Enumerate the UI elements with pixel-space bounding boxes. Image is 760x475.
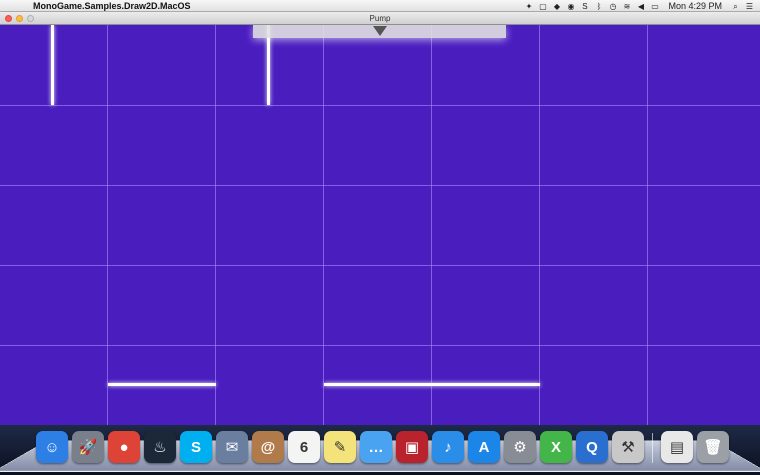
bluetooth-icon[interactable]: ᛒ [594,2,603,11]
volume-icon[interactable]: ◀ [636,2,645,11]
spotlight-icon[interactable]: ⌕ [731,2,740,11]
xcode-icon[interactable]: ⚒ [612,431,644,463]
app-name-menu[interactable]: MonoGame.Samples.Draw2D.MacOS [33,0,191,12]
photo-booth-icon[interactable]: ▣ [396,431,428,463]
grid-line-horizontal [0,265,760,266]
launchpad-icon[interactable]: 🚀 [72,431,104,463]
grid-line-vertical [323,25,324,425]
wifi-icon[interactable]: ≋ [622,2,631,11]
trash-icon[interactable]: 🗑 [697,431,729,463]
horizontal-bar [324,383,540,386]
menu-bar: MonoGame.Samples.Draw2D.MacOS ✦ ▢ ◆ ◉ S … [0,0,760,12]
xamarin-icon[interactable]: X [540,431,572,463]
grid-line-horizontal [0,345,760,346]
evernote-icon[interactable]: ◆ [552,2,561,11]
grid-line-vertical [431,25,432,425]
grid-line-vertical [647,25,648,425]
system-preferences-icon[interactable]: ⚙ [504,431,536,463]
dock: ☺ 🚀 ● ♨ S ✉ @6 ✎… ▣ ♪ A ⚙ X Q ⚒ ▤ 🗑 [36,431,729,467]
skype-icon[interactable]: S [580,2,589,11]
game-canvas[interactable] [0,25,760,425]
dropbox-icon[interactable]: ✦ [524,2,533,11]
calendar-icon[interactable]: 6 [288,431,320,463]
sync-icon[interactable]: ◉ [566,2,575,11]
document-icon[interactable]: ▢ [538,2,547,11]
itunes-icon[interactable]: ♪ [432,431,464,463]
grid-line-horizontal [0,105,760,106]
grid-line-vertical [215,25,216,425]
horizontal-bar [108,383,216,386]
skype-icon[interactable]: S [180,431,212,463]
chrome-icon[interactable]: ● [108,431,140,463]
time-machine-icon[interactable]: ◷ [608,2,617,11]
messages-icon[interactable]: … [360,431,392,463]
mail-icon[interactable]: ✉ [216,431,248,463]
triangle-down-icon[interactable] [373,26,387,36]
quicktime-icon[interactable]: Q [576,431,608,463]
grid-line-horizontal [0,185,760,186]
steam-icon[interactable]: ♨ [144,431,176,463]
finder-icon[interactable]: ☺ [36,431,68,463]
contacts-icon[interactable]: @ [252,431,284,463]
notification-center-icon[interactable]: ☰ [745,2,754,11]
clock[interactable]: Mon 4:29 PM [668,1,722,11]
vertical-bar [51,25,54,105]
status-area: ✦ ▢ ◆ ◉ S ᛒ ◷ ≋ ◀ ▭ Mon 4:29 PM ⌕ ☰ [524,0,754,12]
dock-separator [652,433,653,463]
notes-icon[interactable]: ✎ [324,431,356,463]
battery-icon[interactable]: ▭ [650,2,659,11]
window-title-bar[interactable]: Pump [0,12,760,25]
app-store-icon[interactable]: A [468,431,500,463]
grid-line-vertical [107,25,108,425]
drop-down-panel[interactable] [253,25,506,38]
grid-line-vertical [539,25,540,425]
documents-stack-icon[interactable]: ▤ [661,431,693,463]
window-title: Pump [369,14,391,23]
